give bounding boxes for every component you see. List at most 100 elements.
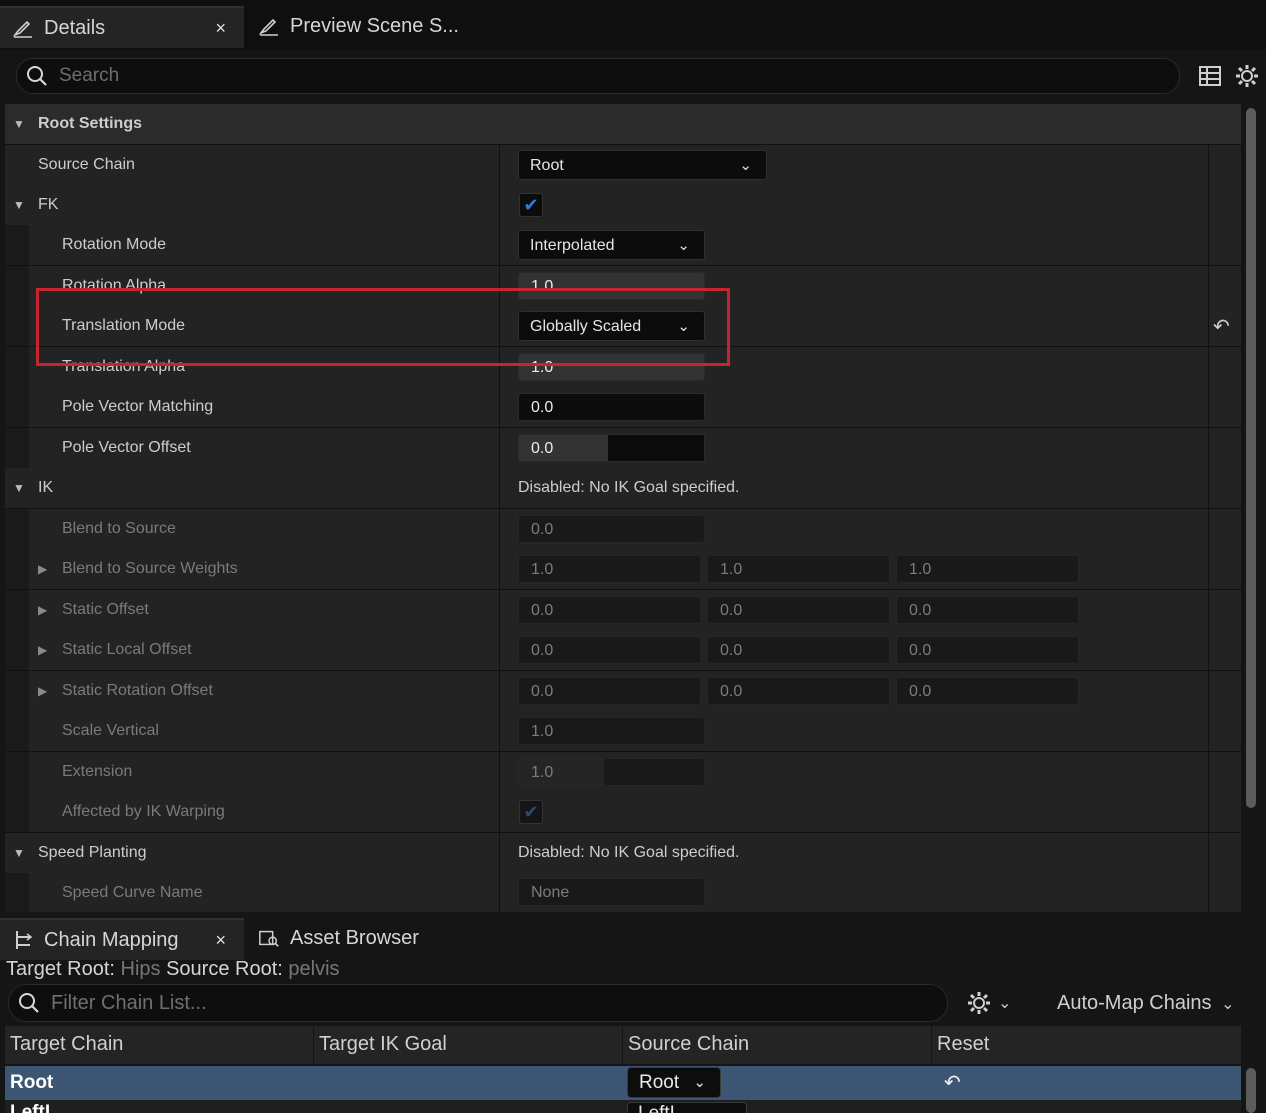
property-label: Blend to Source Weights xyxy=(62,560,238,577)
value-text: 0.0 xyxy=(909,642,932,659)
vector-y-input[interactable]: 1.0 xyxy=(707,555,890,583)
tab-asset-browser[interactable]: Asset Browser xyxy=(246,918,466,958)
property-label: Pole Vector Offset xyxy=(62,439,191,456)
chevron-down-icon: ⌄ xyxy=(998,995,1012,1012)
property-label: Affected by IK Warping xyxy=(62,803,225,820)
extension-slider[interactable]: 1.0 xyxy=(518,758,705,786)
gear-icon[interactable] xyxy=(1234,63,1260,95)
auto-map-chains-label: Auto-Map Chains xyxy=(1057,992,1212,1014)
value-text: 0.0 xyxy=(720,642,743,659)
source-chain-dropdown[interactable]: Root ⌄ xyxy=(518,150,767,180)
fk-enabled-checkbox[interactable]: ✔ xyxy=(519,193,543,217)
source-chain-dropdown[interactable]: Root ⌄ xyxy=(627,1067,721,1098)
property-static-offset: ▶ Static Offset 0.0 0.0 0.0 xyxy=(5,590,1241,631)
property-affected-by-ik-warping: Affected by IK Warping ✔ xyxy=(5,792,1241,833)
details-search-input[interactable]: Search xyxy=(16,58,1180,94)
value-text: None xyxy=(531,884,570,901)
dropdown-value: Root xyxy=(639,1072,680,1093)
column-header-target-ik-goal[interactable]: Target IK Goal xyxy=(314,1026,623,1064)
source-chain-dropdown[interactable]: LeftL... xyxy=(627,1102,747,1113)
property-label: Extension xyxy=(62,763,133,780)
vector-z-input[interactable]: 0.0 xyxy=(896,636,1079,664)
tab-preview-scene-settings[interactable]: Preview Scene S... xyxy=(246,6,476,46)
vector-x-input[interactable]: 0.0 xyxy=(518,677,701,705)
property-blend-to-source: Blend to Source 0.0 xyxy=(5,509,1241,550)
vector-y-input[interactable]: 0.0 xyxy=(707,596,890,624)
column-header-source-chain[interactable]: Source Chain xyxy=(623,1026,932,1064)
vector-z-input[interactable]: 0.0 xyxy=(896,677,1079,705)
source-root-label: Source Root: xyxy=(166,958,283,980)
expand-arrow-icon[interactable]: ▶ xyxy=(38,671,47,711)
close-icon[interactable]: × xyxy=(215,930,226,951)
property-scale-vertical: Scale Vertical 1.0 xyxy=(5,711,1241,752)
tab-chain-mapping[interactable]: Chain Mapping × xyxy=(0,918,244,960)
property-label: Static Local Offset xyxy=(62,641,192,658)
property-label: Rotation Mode xyxy=(62,236,167,253)
category-title: IK xyxy=(38,479,54,496)
property-label: Static Rotation Offset xyxy=(62,682,213,699)
blend-to-source-input[interactable]: 0.0 xyxy=(518,515,705,543)
scale-vertical-input[interactable]: 1.0 xyxy=(518,717,705,745)
vector-y-input[interactable]: 0.0 xyxy=(707,677,890,705)
chevron-down-icon: ⌄ xyxy=(739,157,752,174)
close-icon[interactable]: × xyxy=(215,18,226,39)
property-label: Scale Vertical xyxy=(62,722,159,739)
pole-vector-offset-slider[interactable]: 0.0 xyxy=(518,434,705,462)
property-extension: Extension 1.0 xyxy=(5,752,1241,793)
column-header-reset[interactable]: Reset xyxy=(932,1026,1241,1064)
settings-dropdown[interactable]: ⌄ xyxy=(966,990,1011,1016)
vector-x-input[interactable]: 0.0 xyxy=(518,636,701,664)
reset-icon[interactable]: ↶ xyxy=(944,1070,961,1095)
value-text: 0.0 xyxy=(531,440,554,457)
property-blend-to-source-weights: ▶ Blend to Source Weights 1.0 1.0 1.0 xyxy=(5,549,1241,590)
pole-vector-matching-input[interactable]: 0.0 xyxy=(518,393,705,421)
reset-to-default-icon[interactable]: ↶ xyxy=(1213,314,1230,339)
category-fk[interactable]: ▼ FK ✔ xyxy=(5,185,1241,226)
rotation-mode-dropdown[interactable]: Interpolated ⌄ xyxy=(518,230,705,260)
category-title: Speed Planting xyxy=(38,844,147,861)
table-row[interactable]: Root Root ⌄ ↶ xyxy=(5,1066,1241,1100)
property-label: Pole Vector Matching xyxy=(62,398,214,415)
property-static-rotation-offset: ▶ Static Rotation Offset 0.0 0.0 0.0 xyxy=(5,671,1241,712)
table-row[interactable]: LeftL... LeftL... xyxy=(5,1100,1241,1113)
vector-x-input[interactable]: 0.0 xyxy=(518,596,701,624)
value-text: 1.0 xyxy=(531,723,554,740)
category-root-settings[interactable]: ▼ Root Settings xyxy=(5,104,1241,145)
chain-table-scrollbar[interactable] xyxy=(1246,1068,1256,1113)
collapse-arrow-icon[interactable]: ▼ xyxy=(13,185,25,225)
collapse-arrow-icon[interactable]: ▼ xyxy=(13,833,25,873)
category-speed-planting[interactable]: ▼ Speed Planting Disabled: No IK Goal sp… xyxy=(5,833,1241,874)
category-title: Root Settings xyxy=(38,115,142,132)
column-header-target-chain[interactable]: Target Chain xyxy=(5,1026,314,1064)
details-scrollbar[interactable] xyxy=(1246,108,1256,808)
expand-arrow-icon[interactable]: ▶ xyxy=(38,630,47,670)
target-root-value: Hips xyxy=(120,958,161,980)
expand-arrow-icon[interactable]: ▶ xyxy=(38,549,47,589)
tab-details[interactable]: Details × xyxy=(0,6,244,48)
property-static-local-offset: ▶ Static Local Offset 0.0 0.0 0.0 xyxy=(5,630,1241,671)
tab-details-label: Details xyxy=(44,16,106,39)
speed-curve-name-input[interactable]: None xyxy=(518,878,705,906)
source-root-value: pelvis xyxy=(288,958,340,980)
vector-z-input[interactable]: 0.0 xyxy=(896,596,1079,624)
vector-y-input[interactable]: 0.0 xyxy=(707,636,890,664)
auto-map-chains-button[interactable]: Auto-Map Chains ⌄ xyxy=(1057,990,1235,1016)
table-icon[interactable] xyxy=(1198,64,1222,94)
collapse-arrow-icon[interactable]: ▼ xyxy=(13,104,25,144)
collapse-arrow-icon[interactable]: ▼ xyxy=(13,468,25,508)
expand-arrow-icon[interactable]: ▶ xyxy=(38,590,47,630)
filter-chain-list-input[interactable]: Filter Chain List... xyxy=(8,984,948,1022)
property-rotation-mode: Rotation Mode Interpolated ⌄ xyxy=(5,225,1241,266)
chain-mapping-tab-bar: Chain Mapping × Asset Browser xyxy=(0,916,1266,960)
value-text: 1.0 xyxy=(531,561,554,578)
value-text: 0.0 xyxy=(531,521,554,538)
vector-x-input[interactable]: 1.0 xyxy=(518,555,701,583)
filter-placeholder: Filter Chain List... xyxy=(51,991,207,1014)
property-label: Static Offset xyxy=(62,601,149,618)
ik-status-text: Disabled: No IK Goal specified. xyxy=(518,479,740,496)
details-tab-bar: Details × Preview Scene S... xyxy=(0,0,1266,50)
vector-z-input[interactable]: 1.0 xyxy=(896,555,1079,583)
affected-by-ik-warping-checkbox[interactable]: ✔ xyxy=(519,800,543,824)
property-pole-vector-offset: Pole Vector Offset 0.0 xyxy=(5,428,1241,469)
category-ik[interactable]: ▼ IK Disabled: No IK Goal specified. xyxy=(5,468,1241,509)
